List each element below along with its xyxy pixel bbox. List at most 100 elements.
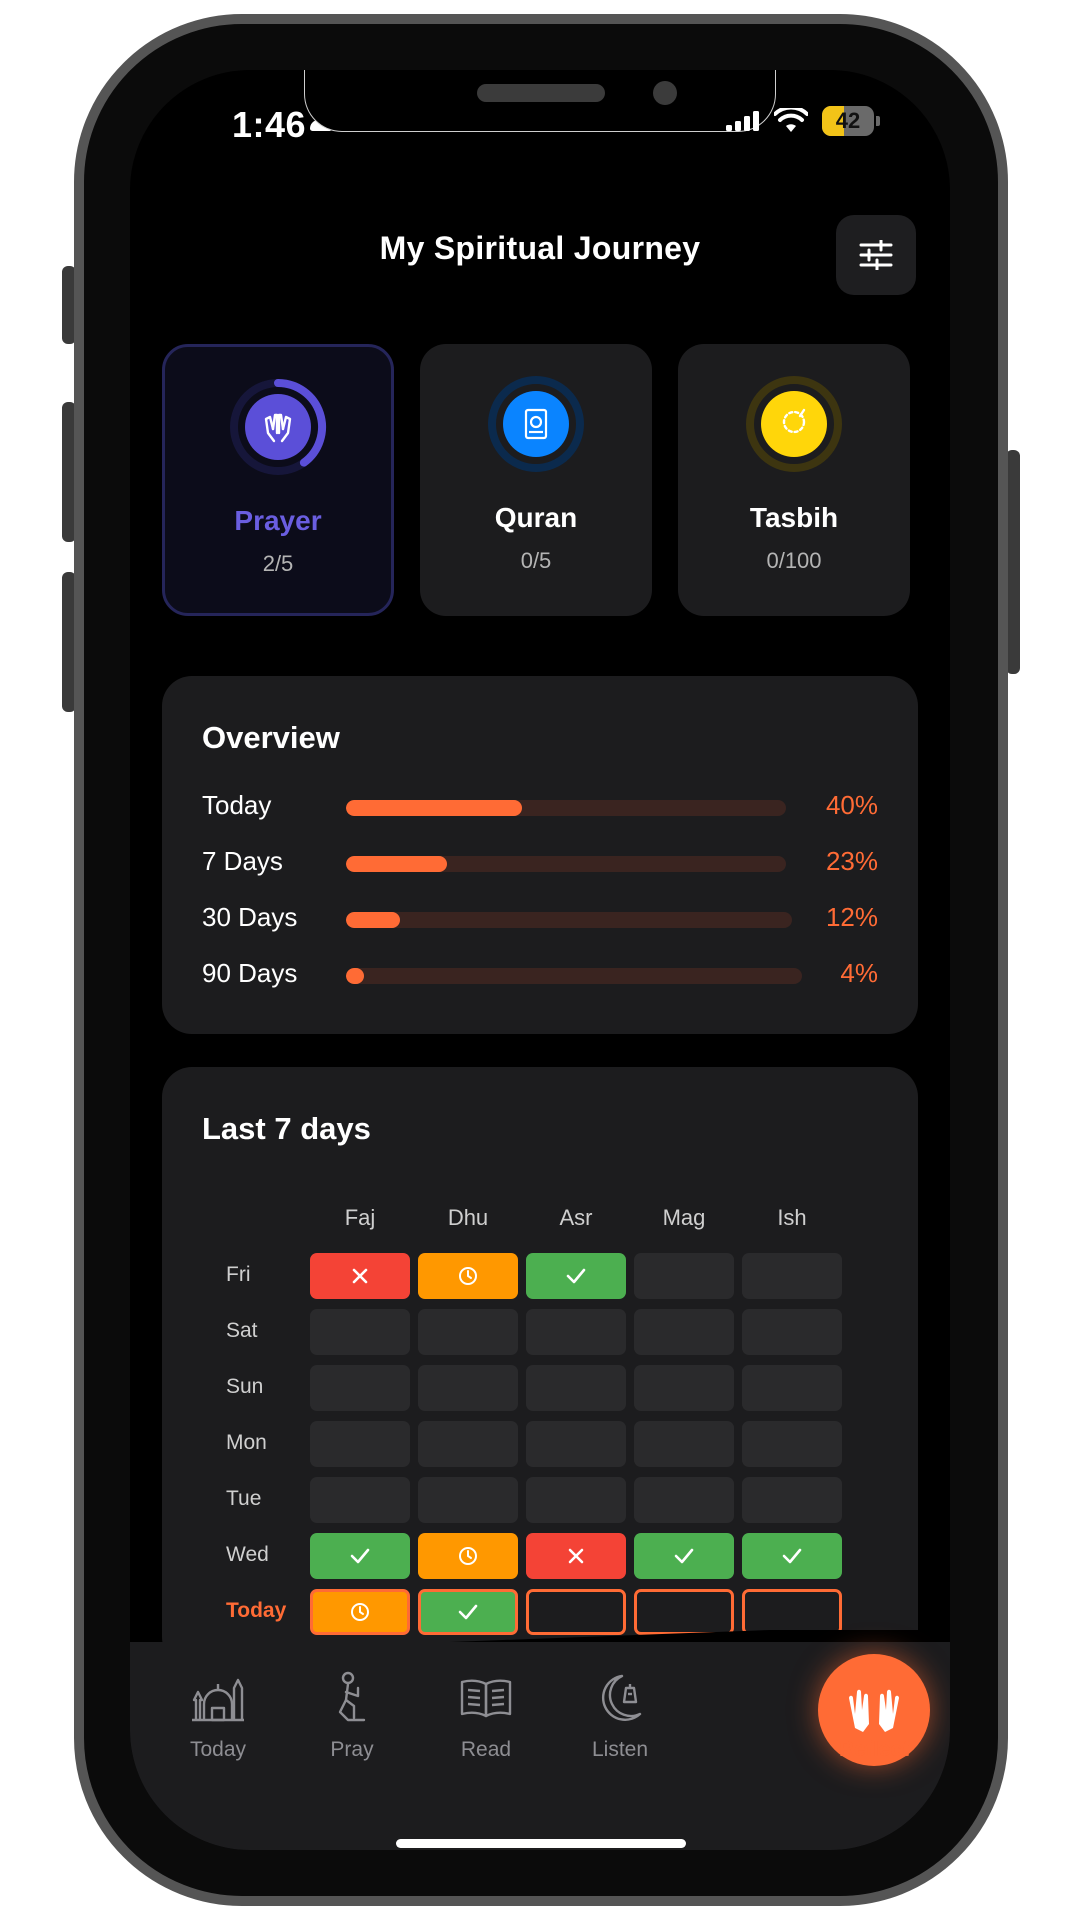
nav-reflect[interactable]: Reflect bbox=[814, 1670, 934, 1762]
prayer-cell-empty[interactable] bbox=[310, 1477, 410, 1523]
grid-day-label: Sun bbox=[226, 1375, 264, 1398]
overview-title: Overview bbox=[202, 720, 340, 755]
clock-icon bbox=[351, 1603, 369, 1621]
speaker bbox=[477, 84, 605, 102]
stat-label: Prayer bbox=[234, 505, 322, 536]
overview-percent: 12% bbox=[825, 902, 878, 932]
stat-value: 0/100 bbox=[766, 548, 822, 573]
overview-row-7days: 7 Days 23% bbox=[202, 842, 878, 882]
overview-label: 90 Days bbox=[202, 958, 298, 988]
prayer-cell-done[interactable] bbox=[634, 1533, 734, 1579]
prayer-cell-done[interactable] bbox=[310, 1533, 410, 1579]
prayer-cell-empty[interactable] bbox=[526, 1421, 626, 1467]
overview-fill bbox=[346, 856, 448, 872]
overview-percent: 4% bbox=[840, 958, 878, 988]
prayer-cell-empty[interactable] bbox=[742, 1589, 842, 1635]
prayer-progress-ring bbox=[230, 379, 327, 475]
tasbih-progress-ring bbox=[746, 376, 842, 472]
check-icon bbox=[566, 1268, 586, 1284]
prayer-cell-empty[interactable] bbox=[418, 1477, 518, 1523]
overview-panel: Overview Today 40% 7 Days 23% 30 Days 12… bbox=[162, 676, 918, 1034]
check-icon bbox=[458, 1604, 478, 1620]
prayer-cell-empty[interactable] bbox=[526, 1589, 626, 1635]
prayer-cell-empty[interactable] bbox=[526, 1365, 626, 1411]
battery-level: 42 bbox=[835, 108, 861, 133]
prayer-cell-late[interactable] bbox=[418, 1533, 518, 1579]
overview-row-30days: 30 Days 12% bbox=[202, 898, 878, 938]
stat-card-quran[interactable]: Quran 0/5 bbox=[420, 344, 652, 616]
nav-listen[interactable]: Listen bbox=[560, 1670, 680, 1762]
grid-header: Asr bbox=[559, 1205, 593, 1230]
signal-icon bbox=[726, 111, 759, 131]
mosque-icon bbox=[192, 1678, 244, 1722]
prayer-cell-empty[interactable] bbox=[742, 1365, 842, 1411]
overview-percent: 40% bbox=[825, 790, 878, 820]
prayer-cell-empty[interactable] bbox=[634, 1589, 734, 1635]
battery-icon: 42 bbox=[822, 106, 874, 136]
battery-cap bbox=[876, 116, 880, 126]
nav-read[interactable]: Read bbox=[426, 1670, 546, 1762]
clock-icon bbox=[459, 1267, 477, 1285]
prayer-cell-empty[interactable] bbox=[742, 1421, 842, 1467]
overview-fill bbox=[346, 968, 365, 984]
grid-header: Ish bbox=[777, 1205, 807, 1230]
overview-track bbox=[346, 968, 802, 984]
page-title: My Spiritual Journey bbox=[379, 230, 701, 266]
stat-card-prayer[interactable]: Prayer 2/5 bbox=[162, 344, 394, 616]
overview-track bbox=[346, 856, 786, 872]
grid-day-label: Mon bbox=[226, 1431, 267, 1454]
prayer-cell-done[interactable] bbox=[418, 1589, 518, 1635]
prayer-cell-empty[interactable] bbox=[634, 1365, 734, 1411]
overview-label: Today bbox=[202, 790, 272, 820]
prayer-cell-empty[interactable] bbox=[310, 1421, 410, 1467]
nav-today[interactable]: Today bbox=[158, 1670, 278, 1762]
power-button bbox=[1006, 450, 1020, 674]
nav-label-active: Reflect bbox=[838, 1738, 910, 1761]
overview-track bbox=[346, 912, 792, 928]
prayer-cell-empty[interactable] bbox=[310, 1309, 410, 1355]
grid-day-label: Tue bbox=[226, 1487, 262, 1510]
crescent-lantern-icon bbox=[601, 1674, 642, 1721]
open-book-icon bbox=[460, 1679, 512, 1718]
prayer-cell-late[interactable] bbox=[310, 1589, 410, 1635]
app-screen: 1:46 42 My Spiritual Journey Prayer 2/5 … bbox=[130, 70, 950, 1850]
nav-label: Listen bbox=[591, 1738, 649, 1761]
home-indicator bbox=[396, 1839, 686, 1848]
prayer-cell-empty[interactable] bbox=[418, 1309, 518, 1355]
status-time: 1:46 bbox=[232, 104, 307, 145]
prayer-cell-empty[interactable] bbox=[418, 1365, 518, 1411]
stat-card-tasbih[interactable]: Tasbih 0/100 bbox=[678, 344, 910, 616]
filter-button[interactable] bbox=[836, 215, 916, 295]
nav-label: Read bbox=[460, 1738, 512, 1761]
prayer-cell-empty[interactable] bbox=[634, 1421, 734, 1467]
prayer-cell-empty[interactable] bbox=[310, 1365, 410, 1411]
overview-row-90days: 90 Days 4% bbox=[202, 954, 878, 994]
overview-row-today: Today 40% bbox=[202, 786, 878, 826]
grid-day-label: Sat bbox=[226, 1319, 258, 1342]
grid-header: Dhu bbox=[447, 1205, 489, 1230]
sliders-icon bbox=[859, 240, 893, 270]
check-icon bbox=[782, 1548, 802, 1564]
quran-progress-ring bbox=[488, 376, 584, 472]
prayer-cell-missed[interactable] bbox=[310, 1253, 410, 1299]
last7-title: Last 7 days bbox=[202, 1111, 371, 1146]
grid-day-label: Fri bbox=[226, 1263, 251, 1286]
prayer-cell-done[interactable] bbox=[526, 1253, 626, 1299]
prayer-cell-empty[interactable] bbox=[526, 1309, 626, 1355]
status-icons: 42 bbox=[724, 106, 880, 136]
check-icon bbox=[674, 1548, 694, 1564]
nav-pray[interactable]: Pray bbox=[292, 1670, 412, 1762]
prayer-cell-empty[interactable] bbox=[526, 1477, 626, 1523]
prayer-cell-empty[interactable] bbox=[418, 1421, 518, 1467]
prayer-cell-missed[interactable] bbox=[526, 1533, 626, 1579]
prayer-cell-done[interactable] bbox=[742, 1533, 842, 1579]
prayer-cell-empty[interactable] bbox=[634, 1477, 734, 1523]
prayer-cell-empty[interactable] bbox=[634, 1309, 734, 1355]
check-icon bbox=[350, 1548, 370, 1564]
prayer-cell-empty[interactable] bbox=[634, 1253, 734, 1299]
grid-day-label: Wed bbox=[226, 1543, 269, 1566]
prayer-cell-empty[interactable] bbox=[742, 1309, 842, 1355]
prayer-cell-empty[interactable] bbox=[742, 1477, 842, 1523]
prayer-cell-empty[interactable] bbox=[742, 1253, 842, 1299]
prayer-cell-late[interactable] bbox=[418, 1253, 518, 1299]
